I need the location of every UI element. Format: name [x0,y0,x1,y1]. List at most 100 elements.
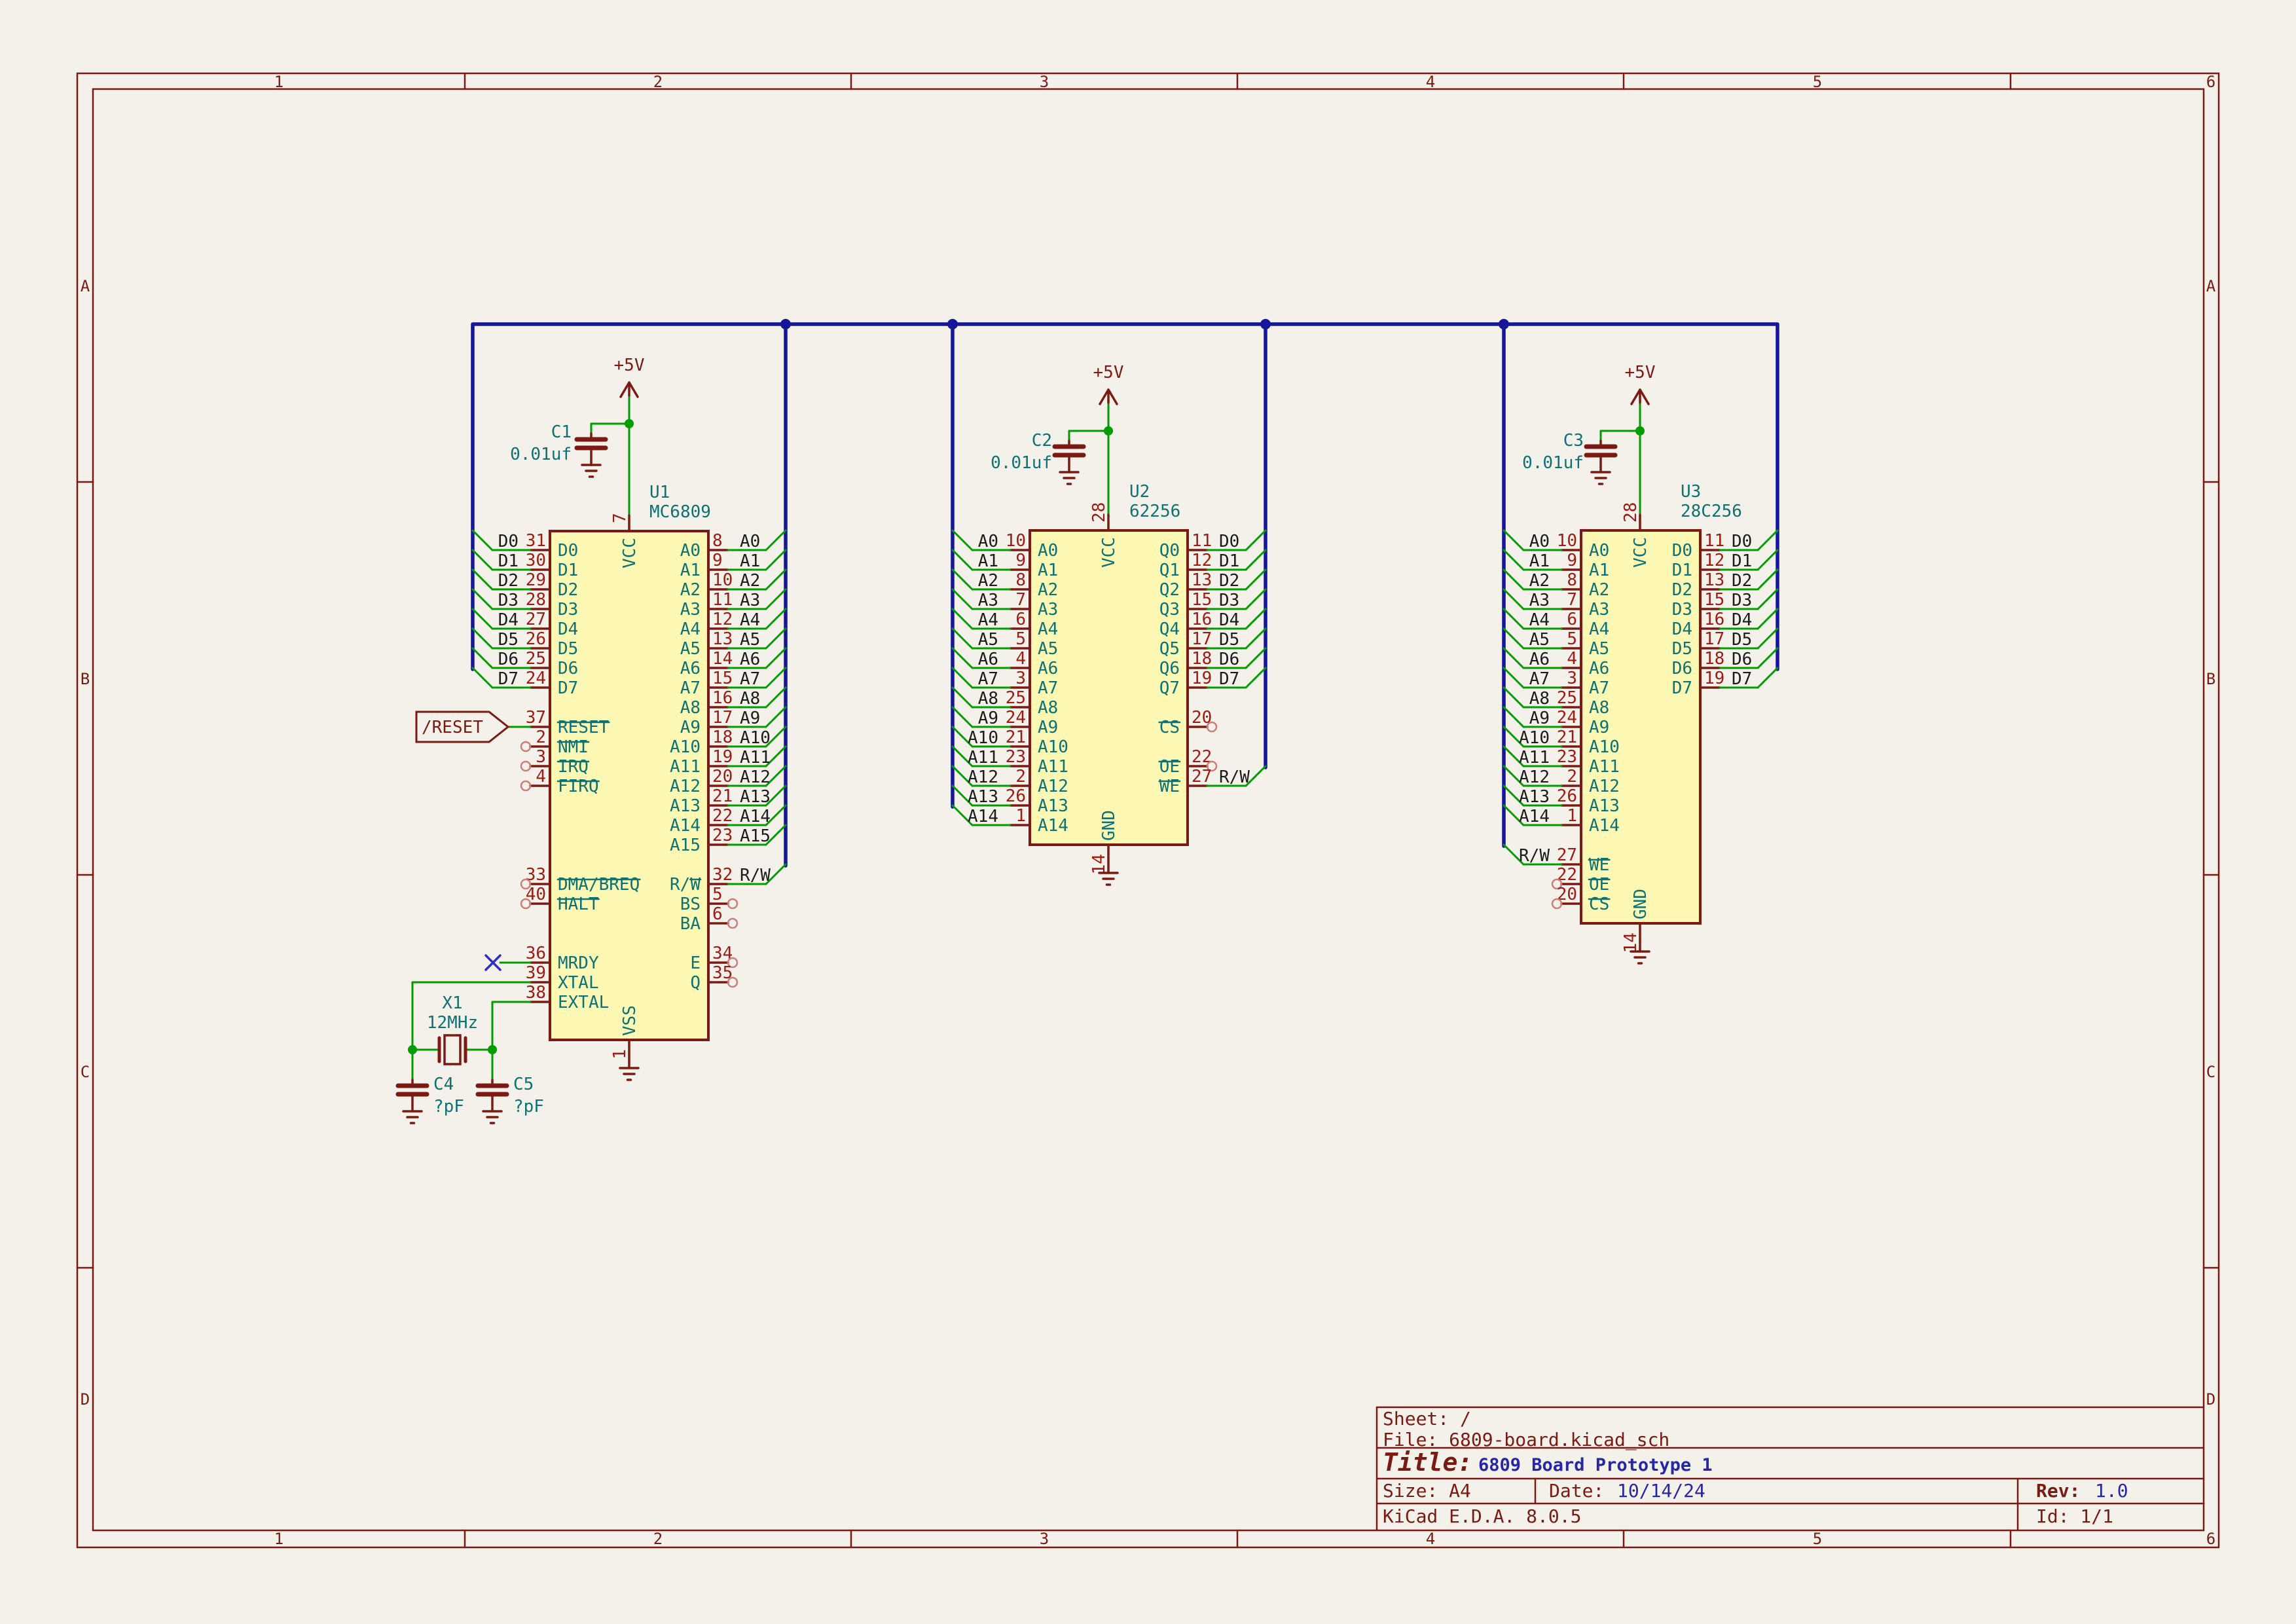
net-label[interactable]: D2 [1219,571,1239,591]
net-label[interactable]: D7 [1732,669,1752,689]
net-label[interactable]: A6 [978,650,998,669]
net-label[interactable]: A10 [968,728,998,748]
pin-number: 12 [1704,551,1724,570]
net-label[interactable]: D4 [1732,610,1752,630]
net-label[interactable]: A12 [740,767,771,787]
cap-value[interactable]: 0.01uf [991,453,1052,473]
net-label[interactable]: A6 [1529,650,1550,669]
net-label[interactable]: A14 [968,807,998,826]
net-label[interactable]: A11 [1519,748,1550,767]
component-ref[interactable]: U1 [649,483,670,502]
component-ref[interactable]: U3 [1681,482,1701,502]
net-label[interactable]: D1 [1219,551,1239,571]
net-label[interactable]: A7 [1529,669,1550,689]
net-label[interactable]: D2 [1732,571,1752,591]
net-label[interactable]: A5 [740,630,760,650]
net-label[interactable]: R/W [1219,767,1250,787]
net-label[interactable]: D6 [1219,650,1239,669]
cap-ref[interactable]: C3 [1563,431,1584,451]
net-label[interactable]: A8 [1529,689,1550,709]
component-value[interactable]: 62256 [1129,502,1180,521]
net-label[interactable]: A4 [978,610,998,630]
cap-value[interactable]: ?pF [433,1097,464,1116]
net-label[interactable]: A2 [978,571,998,591]
titleblock-title[interactable]: 6809 Board Prototype 1 [1478,1455,1713,1475]
net-label[interactable]: D5 [498,630,519,650]
cap-value[interactable]: 0.01uf [1522,453,1584,473]
net-label[interactable]: A5 [978,630,998,650]
net-label[interactable]: A13 [740,787,771,807]
crystal-ref[interactable]: X1 [442,993,462,1013]
net-label[interactable]: D2 [498,571,519,591]
net-label[interactable]: A0 [978,532,998,551]
net-label[interactable]: D7 [498,669,519,689]
net-label[interactable]: A4 [740,610,760,630]
net-label[interactable]: D5 [1732,630,1752,650]
cap-ref[interactable]: C1 [551,422,572,442]
net-label[interactable]: A8 [978,689,998,709]
net-label[interactable]: A2 [1529,571,1550,591]
component-ref[interactable]: U2 [1129,482,1150,502]
net-label[interactable]: A0 [1529,532,1550,551]
net-label[interactable]: A9 [978,709,998,728]
crystal-value[interactable]: 12MHz [427,1013,478,1033]
net-label[interactable]: A7 [740,669,760,689]
component-value[interactable]: MC6809 [649,502,711,522]
net-label[interactable]: D3 [498,591,519,610]
net-label[interactable]: A2 [740,571,760,591]
titleblock-rev[interactable]: 1.0 [2095,1480,2128,1502]
net-label[interactable]: A6 [740,650,760,669]
net-label[interactable]: A12 [968,767,998,787]
net-label[interactable]: A4 [1529,610,1550,630]
net-label[interactable]: D1 [1732,551,1752,571]
net-label[interactable]: A9 [740,709,760,728]
net-label[interactable]: A12 [1519,767,1550,787]
net-label[interactable]: A1 [1529,551,1550,571]
cap-value[interactable]: 0.01uf [510,445,572,464]
net-label[interactable]: D6 [498,650,519,669]
net-label[interactable]: D4 [1219,610,1239,630]
net-label[interactable]: R/W [1519,846,1550,866]
net-label[interactable]: A15 [740,826,771,846]
net-label[interactable]: A13 [1519,787,1550,807]
net-label[interactable]: D6 [1732,650,1752,669]
net-label[interactable]: D1 [498,551,519,571]
net-label[interactable]: A10 [1519,728,1550,748]
net-label[interactable]: A8 [740,689,760,709]
net-label[interactable]: D3 [1732,591,1752,610]
net-label[interactable]: A1 [978,551,998,571]
net-label[interactable]: A11 [740,748,771,767]
schematic-canvas[interactable]: 112233445566AABBCCDD +5VU1MC68097VCC1VSS… [0,0,2296,1624]
net-label[interactable]: D4 [498,610,519,630]
net-label[interactable]: A7 [978,669,998,689]
cap-ref[interactable]: C5 [513,1075,534,1094]
titleblock-size[interactable]: Size: A4 [1383,1480,1471,1502]
net-label[interactable]: D0 [498,532,519,551]
titleblock-id[interactable]: Id: 1/1 [2036,1505,2113,1527]
net-label[interactable]: A10 [740,728,771,748]
titleblock-date[interactable]: 10/14/24 [1617,1480,1705,1502]
net-label[interactable]: D3 [1219,591,1239,610]
net-label[interactable]: A3 [740,591,760,610]
net-label[interactable]: A3 [978,591,998,610]
net-label[interactable]: A3 [1529,591,1550,610]
titleblock-sheet[interactable]: Sheet: / [1383,1408,1471,1430]
net-label[interactable]: D0 [1732,532,1752,551]
net-label[interactable]: A9 [1529,709,1550,728]
net-label[interactable]: A13 [968,787,998,807]
net-label[interactable]: A14 [740,807,771,826]
component-value[interactable]: 28C256 [1681,502,1742,521]
net-label[interactable]: A11 [968,748,998,767]
net-label[interactable]: A1 [740,551,760,571]
cap-ref[interactable]: C2 [1032,431,1052,451]
net-label[interactable]: D7 [1219,669,1239,689]
cap-value[interactable]: ?pF [513,1097,544,1116]
global-label-text[interactable]: /RESET [422,718,483,737]
net-label[interactable]: D0 [1219,532,1239,551]
net-label[interactable]: A14 [1519,807,1550,826]
net-label[interactable]: A0 [740,532,760,551]
net-label[interactable]: D5 [1219,630,1239,650]
net-label[interactable]: R/W [740,866,771,885]
cap-ref[interactable]: C4 [433,1075,454,1094]
net-label[interactable]: A5 [1529,630,1550,650]
